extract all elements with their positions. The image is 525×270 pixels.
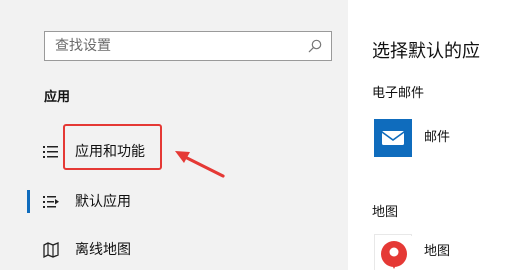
settings-sidebar: 查找设置 应用 应用和功能 默认应用 离线地图: [0, 0, 348, 270]
mail-icon: [381, 131, 405, 145]
search-icon[interactable]: [307, 38, 323, 54]
maps-section-title: 地图: [372, 205, 399, 220]
default-apps-icon: [43, 196, 59, 208]
maps-icon: [376, 236, 412, 270]
sidebar-item-label: 默认应用: [75, 194, 131, 210]
offline-map-icon: [43, 242, 59, 259]
mail-app-label[interactable]: 邮件: [424, 126, 450, 145]
annotation-arrow-icon: [175, 151, 225, 178]
maps-app-label[interactable]: 地图: [424, 240, 450, 259]
maps-app-icon[interactable]: [374, 234, 412, 270]
email-section-title: 电子邮件: [372, 86, 425, 101]
sidebar-item-default-apps[interactable]: 默认应用: [40, 188, 330, 216]
apps-section-title: 应用: [44, 90, 71, 105]
apps-list-icon: [43, 146, 58, 158]
selected-indicator: [27, 190, 30, 213]
sidebar-item-label: 离线地图: [75, 242, 131, 258]
apps-and-features-highlight: [63, 124, 162, 170]
default-apps-title: 选择默认的应: [372, 41, 480, 62]
sidebar-item-offline-maps[interactable]: 离线地图: [40, 236, 330, 264]
search-placeholder: 查找设置: [55, 38, 111, 54]
settings-window: 查找设置 应用 应用和功能 默认应用 离线地图 选择默认的应 电子邮件 邮件 地…: [0, 0, 525, 270]
mail-app-icon[interactable]: [374, 119, 412, 157]
search-box[interactable]: 查找设置: [44, 31, 332, 61]
